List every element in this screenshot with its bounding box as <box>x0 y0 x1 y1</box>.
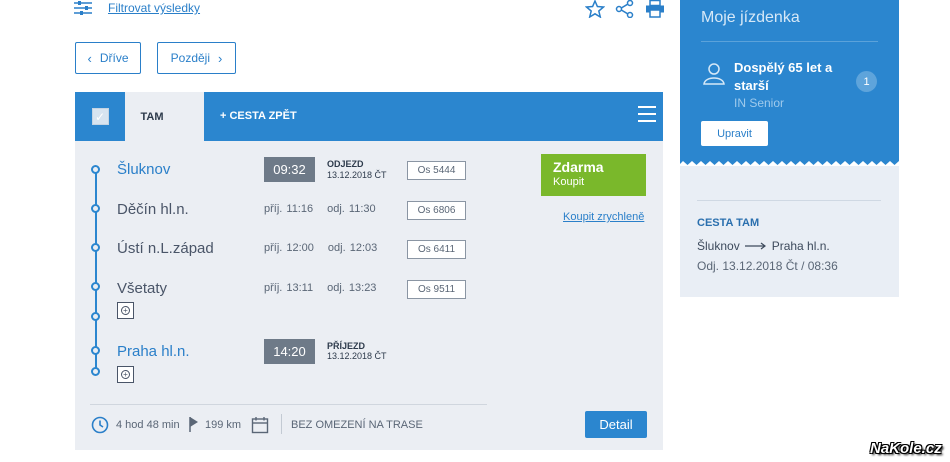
person-icon <box>703 63 725 85</box>
detail-button[interactable]: Detail <box>585 411 647 438</box>
expand-stop-icon[interactable]: + <box>117 366 134 383</box>
expand-stop-icon[interactable]: + <box>117 302 134 319</box>
select-journey-checkbox[interactable]: ✓ <box>75 92 125 141</box>
divider <box>90 404 487 405</box>
menu-icon[interactable] <box>638 106 656 122</box>
departure-time: odj. 13:23 <box>327 282 377 294</box>
stop-marker <box>91 367 100 376</box>
station-name: Ústí n.L.západ <box>117 240 214 257</box>
tab-outbound[interactable]: TAM <box>125 92 204 141</box>
check-icon: ✓ <box>91 108 109 125</box>
departure-info: Odj. 13.12.2018 Čt / 08:36 <box>697 259 838 273</box>
arrival-time: příj. 11:16 <box>264 203 314 215</box>
arrow-right-icon <box>744 242 766 250</box>
stop-marker <box>91 346 100 355</box>
journey-card <box>75 92 663 450</box>
station-name[interactable]: Praha hl.n. <box>117 343 190 360</box>
tab-add-return[interactable]: + CESTA ZPĚT <box>220 110 297 122</box>
journey-duration: 4 hod 48 min <box>116 419 180 431</box>
edit-button[interactable]: Upravit <box>701 121 768 146</box>
calendar-icon <box>251 417 269 434</box>
status-label: PŘÍJEZD <box>327 341 366 351</box>
direction-title: CESTA TAM <box>697 217 760 229</box>
clock-icon <box>91 416 109 434</box>
route-from: Šluknov <box>697 239 740 253</box>
arrival-time-badge: 14:20 <box>264 339 315 364</box>
print-icon[interactable] <box>645 0 665 18</box>
stop-marker <box>91 204 100 213</box>
buy-price: Zdarma <box>553 159 604 175</box>
train-number[interactable]: Os 6806 <box>407 201 466 220</box>
arrival-departure: příj. 11:16 odj. 11:30 <box>264 203 376 215</box>
train-number[interactable]: Os 5444 <box>407 161 466 180</box>
divider <box>281 414 282 434</box>
departure-time: odj. 11:30 <box>327 203 376 215</box>
status-label: ODJEZD <box>327 159 364 169</box>
star-icon[interactable] <box>585 0 605 18</box>
earlier-button[interactable]: ‹ Dříve <box>75 42 141 74</box>
departure-time: odj. 12:03 <box>327 242 378 254</box>
watermark: NaKole.cz <box>870 440 942 457</box>
station-name[interactable]: Šluknov <box>117 161 170 178</box>
route-to: Praha hl.n. <box>771 239 830 253</box>
station-name: Všetaty <box>117 280 168 297</box>
later-button-label: Později <box>170 51 210 65</box>
status-date: 13.12.2018 ČT <box>327 351 387 361</box>
route-restriction: BEZ OMEZENÍ NA TRASE <box>291 419 423 431</box>
status-date: 13.12.2018 ČT <box>327 170 387 180</box>
ticket-summary <box>680 166 899 297</box>
passenger-tariff: IN Senior <box>734 96 785 110</box>
arrival-time: příj. 12:00 <box>264 242 314 254</box>
stop-marker <box>91 312 100 321</box>
route-timeline <box>95 170 97 372</box>
share-icon[interactable] <box>615 0 635 18</box>
arrival-time: příj. 13:11 <box>264 282 314 294</box>
arrival-departure: příj. 12:00 odj. 12:03 <box>264 242 377 254</box>
buy-label: Koupit <box>553 176 585 188</box>
flag-icon <box>189 417 198 432</box>
journey-distance: 199 km <box>205 419 242 431</box>
chevron-left-icon: ‹ <box>87 50 92 66</box>
stop-marker <box>91 165 100 174</box>
train-number[interactable]: Os 6411 <box>407 240 466 259</box>
route-summary: Šluknov Praha hl.n. <box>697 239 830 253</box>
stop-marker <box>91 243 100 252</box>
divider <box>697 200 881 201</box>
departure-time-badge: 09:32 <box>264 157 315 182</box>
buy-button[interactable]: Zdarma Koupit <box>541 154 646 196</box>
quick-buy-link[interactable]: Koupit zrychleně <box>563 211 644 223</box>
later-button[interactable]: Později › <box>157 42 236 74</box>
passenger-count-badge: 1 <box>856 71 877 92</box>
earlier-button-label: Dříve <box>99 51 129 65</box>
filter-results-link[interactable]: Filtrovat výsledky <box>108 1 200 15</box>
passenger-type: Dospělý 65 let a starší <box>734 60 833 93</box>
station-name: Děčín hl.n. <box>117 201 189 218</box>
chevron-right-icon: › <box>218 50 223 66</box>
train-number[interactable]: Os 9511 <box>407 280 466 299</box>
arrival-departure: příj. 13:11 odj. 13:23 <box>264 282 376 294</box>
filter-icon[interactable] <box>74 0 92 16</box>
ticket-title: Moje jízdenka <box>701 9 800 26</box>
stop-marker <box>91 282 100 291</box>
divider <box>701 41 878 42</box>
